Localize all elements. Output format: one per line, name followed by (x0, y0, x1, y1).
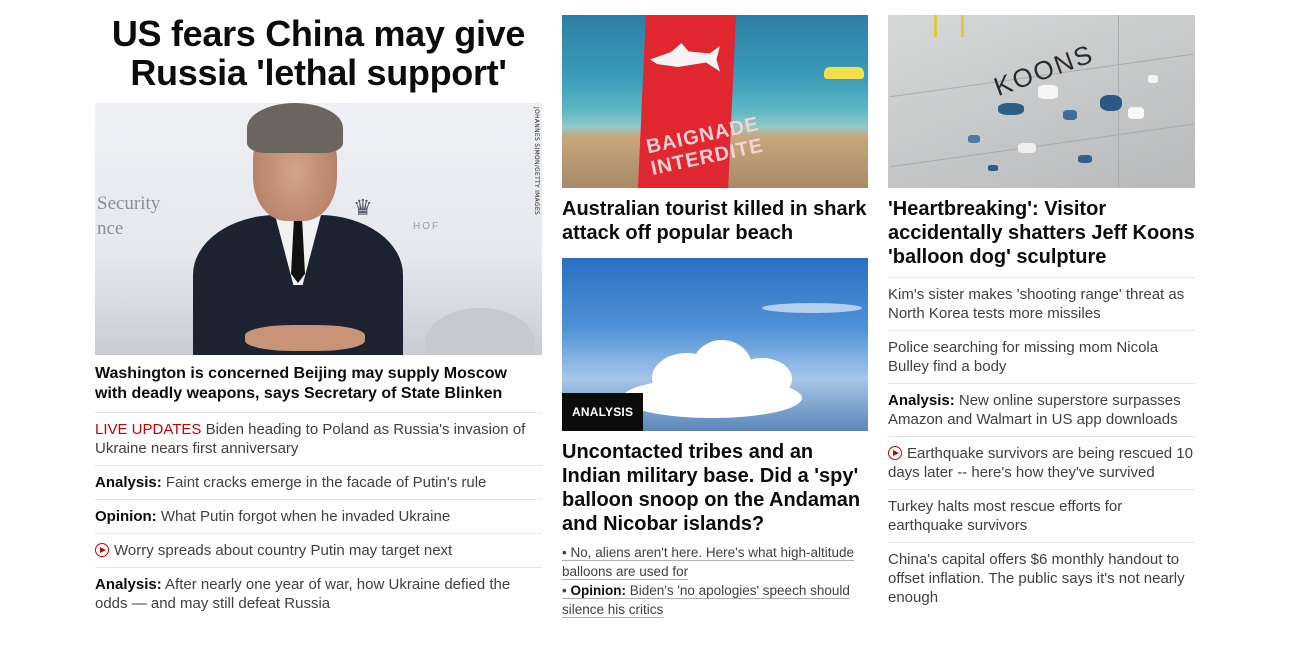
list-item: Police searching for missing mom Nicola … (888, 331, 1195, 384)
list-item-prefix: Opinion: (95, 508, 157, 525)
shark-story-headline-link[interactable]: Australian tourist killed in shark attac… (562, 197, 868, 245)
lead-image-link[interactable]: Security nce ♛ HOF JOHANNES SIMON/GETTY … (95, 103, 542, 355)
right-column: KOONS 'Heartbreaking': Visitor accidenta… (888, 0, 1195, 614)
cloud-shape (732, 358, 792, 400)
jetski (824, 67, 864, 79)
hero-person-hands (245, 325, 365, 351)
shard (1078, 155, 1092, 163)
related-link-earthquake-video[interactable]: Earthquake survivors are being rescued 1… (888, 437, 1195, 490)
lead-story-image: Security nce ♛ HOF JOHANNES SIMON/GETTY … (95, 103, 542, 355)
balloon-related-links: • No, aliens aren't here. Here's what hi… (562, 543, 868, 619)
floor-line (889, 123, 1194, 168)
related-link-video-worry[interactable]: Worry spreads about country Putin may ta… (95, 534, 542, 568)
koons-story-image-link[interactable]: KOONS (888, 15, 1195, 188)
hero-chair (425, 308, 535, 355)
analysis-badge: ANALYSIS (562, 393, 644, 431)
shark-story-image: BAIGNADE INTERDITE (562, 15, 868, 188)
list-item-text: Faint cracks emerge in the facade of Put… (161, 474, 487, 491)
related-link-china-handout[interactable]: China's capital offers $6 monthly handou… (888, 543, 1195, 614)
list-item-text: No, aliens aren't here. Here's what high… (562, 545, 855, 579)
photo-credit: JOHANNES SIMON/GETTY IMAGES (533, 107, 540, 216)
shard (1148, 75, 1158, 83)
ladder (934, 15, 964, 37)
list-item-text: What Putin forgot when he invaded Ukrain… (156, 508, 451, 525)
shard (1100, 95, 1122, 111)
live-updates-label: LIVE UPDATES (95, 421, 202, 438)
list-item-prefix: Analysis: (888, 392, 955, 409)
shard (1018, 143, 1036, 153)
list-item: Worry spreads about country Putin may ta… (95, 534, 542, 568)
hero-wall-line-1: Security (97, 193, 161, 214)
lead-subheadline: Washington is concerned Beijing may supp… (95, 364, 542, 413)
related-link-superstore[interactable]: Analysis: New online superstore surpasse… (888, 384, 1195, 437)
list-item: • No, aliens aren't here. Here's what hi… (562, 543, 868, 581)
related-link-live-updates[interactable]: LIVE UPDATES Biden heading to Poland as … (95, 413, 542, 466)
list-item: Analysis: Faint cracks emerge in the fac… (95, 466, 542, 500)
list-item: Earthquake survivors are being rescued 1… (888, 437, 1195, 490)
list-item-prefix: Analysis: (95, 576, 162, 593)
related-link-kim[interactable]: Kim's sister makes 'shooting range' thre… (888, 278, 1195, 331)
list-item: LIVE UPDATES Biden heading to Poland as … (95, 413, 542, 466)
shard (1063, 110, 1077, 120)
middle-column: BAIGNADE INTERDITE Australian tourist ki… (562, 0, 868, 619)
related-link-analysis-ukraine[interactable]: Analysis: After nearly one year of war, … (95, 568, 542, 620)
list-item: Turkey halts most rescue efforts for ear… (888, 490, 1195, 543)
list-item: Kim's sister makes 'shooting range' thre… (888, 278, 1195, 331)
related-link-bulley[interactable]: Police searching for missing mom Nicola … (888, 331, 1195, 384)
hero-wall-line-2: nce (97, 218, 124, 239)
lead-headline-link[interactable]: US fears China may give Russia 'lethal s… (95, 14, 542, 92)
list-item: Analysis: New online superstore surpasse… (888, 384, 1195, 437)
lead-headline: US fears China may give Russia 'lethal s… (111, 13, 526, 93)
related-link-analysis-putin[interactable]: Analysis: Faint cracks emerge in the fac… (95, 466, 542, 500)
play-icon (95, 543, 109, 557)
list-item: • Opinion: Biden's 'no apologies' speech… (562, 581, 868, 619)
related-link-aliens[interactable]: • No, aliens aren't here. Here's what hi… (562, 543, 868, 581)
koons-story-headline: 'Heartbreaking': Visitor accidentally sh… (888, 197, 1195, 278)
balloon-story-headline-link[interactable]: Uncontacted tribes and an Indian militar… (562, 440, 868, 536)
hero-emblem-text: HOF (413, 221, 441, 232)
lead-subheadline-link[interactable]: Washington is concerned Beijing may supp… (95, 364, 542, 413)
list-item: Opinion: What Putin forgot when he invad… (95, 500, 542, 534)
list-item-text: Earthquake survivors are being rescued 1… (888, 445, 1193, 481)
balloon-story-headline: Uncontacted tribes and an Indian militar… (562, 441, 861, 535)
lead-story-column: US fears China may give Russia 'lethal s… (95, 0, 542, 620)
list-item: China's capital offers $6 monthly handou… (888, 551, 1185, 606)
related-link-turkey[interactable]: Turkey halts most rescue efforts for ear… (888, 490, 1195, 543)
shark-story-headline: Australian tourist killed in shark attac… (562, 198, 867, 244)
related-link-biden-opinion[interactable]: • Opinion: Biden's 'no apologies' speech… (562, 581, 868, 619)
shard (968, 135, 980, 143)
shard (1128, 107, 1144, 119)
list-item: Analysis: After nearly one year of war, … (95, 568, 542, 620)
koons-story-image: KOONS (888, 15, 1195, 188)
balloon-story-image: ANALYSIS (562, 258, 868, 431)
cloud-shape (762, 303, 862, 313)
hero-person-hair (247, 103, 343, 153)
shark-story-image-link[interactable]: BAIGNADE INTERDITE (562, 15, 868, 188)
shard (998, 103, 1024, 115)
balloon-story-image-link[interactable]: ANALYSIS (562, 258, 868, 431)
shard (988, 165, 998, 171)
list-item-prefix: Analysis: (95, 474, 162, 491)
shard (1038, 85, 1058, 99)
eagle-emblem-icon: ♛ (353, 195, 373, 220)
related-link-opinion[interactable]: Opinion: What Putin forgot when he invad… (95, 500, 542, 534)
hero-wall-text: Security nce (97, 191, 160, 241)
koons-story-headline-link[interactable]: 'Heartbreaking': Visitor accidentally sh… (888, 197, 1195, 278)
list-item-text: Worry spreads about country Putin may ta… (114, 542, 453, 559)
list-item-prefix: Opinion: (570, 583, 626, 598)
play-icon (888, 446, 902, 460)
